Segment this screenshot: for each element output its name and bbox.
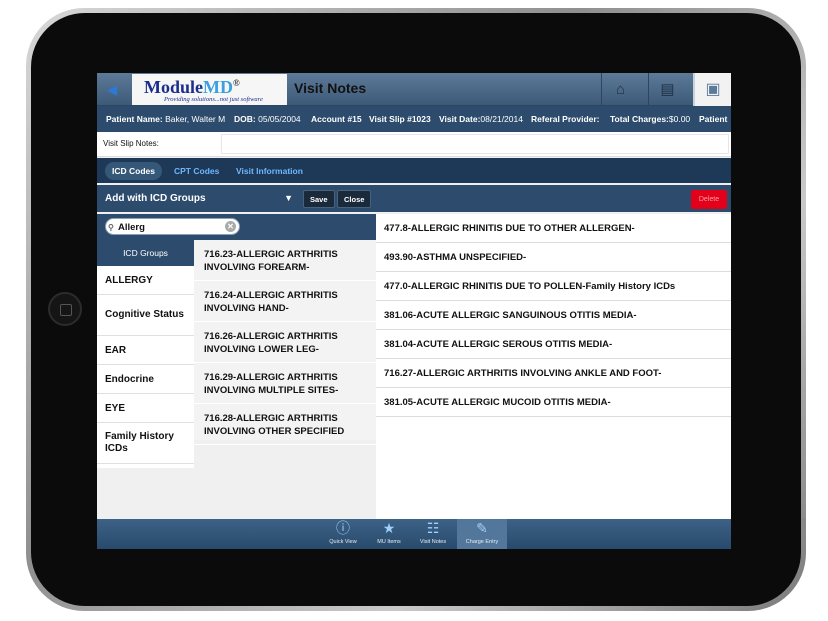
logo-text-main: Module — [144, 77, 204, 97]
icd-groups-list: ICD Groups ALLERGY Cognitive Status EAR … — [97, 240, 194, 468]
total-charges-label: Total Charges: — [610, 114, 669, 124]
back-arrow-icon[interactable]: ◀ — [103, 81, 121, 99]
save-button[interactable]: Save — [303, 190, 335, 208]
group-item-endocrine[interactable]: Endocrine — [97, 365, 194, 394]
icd-group-select[interactable]: Add with ICD Groups ▼ — [101, 189, 297, 208]
selected-code-item[interactable]: 477.8-ALLERGIC RHINITIS DUE TO OTHER ALL… — [376, 214, 731, 243]
close-button[interactable]: Close — [337, 190, 372, 208]
bottom-nav: ⓘ Quick View ★ MU Items ☷ Visit Notes ✎ … — [97, 519, 731, 549]
icd-code-list: 716.23-ALLERGIC ARTHRITIS INVOLVING FORE… — [194, 240, 376, 445]
info-icon: ⓘ — [336, 520, 350, 536]
nav-quick-view-label: Quick View — [329, 539, 357, 545]
code-item[interactable]: 716.24-ALLERGIC ARTHRITIS INVOLVING HAND… — [194, 281, 376, 322]
app-header: ◀ ModuleMD® Providing solutions...not ju… — [97, 73, 731, 106]
patient-name: Baker, Walter M — [165, 114, 226, 124]
group-item-cognitive-status[interactable]: Cognitive Status — [97, 295, 194, 336]
search-input[interactable]: ⚲ Allerg ✕ — [105, 218, 240, 235]
delete-button[interactable]: Delete — [691, 190, 727, 209]
star-icon: ★ — [382, 520, 396, 536]
selected-code-item[interactable]: 381.04-ACUTE ALLERGIC SEROUS OTITIS MEDI… — [376, 330, 731, 359]
visit-slip-notes-input[interactable] — [221, 134, 729, 154]
visit-slip-label: Visit Slip #1023 — [369, 114, 431, 124]
code-item[interactable]: 716.29-ALLERGIC ARTHRITIS INVOLVING MULT… — [194, 363, 376, 404]
nav-charge-entry-label: Charge Entry — [465, 539, 499, 545]
page-title: Visit Notes — [294, 80, 367, 96]
code-item[interactable]: 716.26-ALLERGIC ARTHRITIS INVOLVING LOWE… — [194, 322, 376, 363]
action-bar: Add with ICD Groups ▼ Save Close Delete — [97, 185, 731, 212]
account-label: Account #15 — [311, 114, 362, 124]
clear-icon[interactable]: ✕ — [225, 221, 236, 232]
search-icon: ⚲ — [108, 223, 114, 232]
group-item-eye[interactable]: EYE — [97, 394, 194, 423]
total-charges: $0.00 — [668, 114, 691, 124]
selected-code-item[interactable]: 381.06-ACUTE ALLERGIC SANGUINOUS OTITIS … — [376, 301, 731, 330]
nav-charge-entry[interactable]: ✎ Charge Entry — [457, 519, 507, 549]
visit-date: 08/21/2014 — [480, 114, 523, 124]
code-item[interactable]: 716.28-ALLERGIC ARTHRITIS INVOLVING OTHE… — [194, 404, 376, 445]
nav-visit-notes[interactable]: ☷ Visit Notes — [409, 519, 457, 549]
visit-date-label: Visit Date: — [439, 114, 481, 124]
logo-mark: ® — [233, 78, 240, 88]
icd-group-select-value: Add with ICD Groups — [105, 193, 206, 204]
referal-provider-label: Referal Provider: — [531, 114, 600, 124]
book-icon: ☷ — [426, 520, 440, 536]
tab-bar: ICD Codes CPT Codes Visit Information — [97, 158, 731, 183]
nav-visit-notes-label: Visit Notes — [419, 539, 447, 545]
logo-tagline: Providing solutions...not just software — [164, 96, 263, 103]
edit-icon: ✎ — [476, 520, 488, 536]
doctor-bag-icon[interactable]: ▤ — [648, 73, 686, 106]
selected-code-item[interactable]: 716.27-ALLERGIC ARTHRITIS INVOLVING ANKL… — [376, 359, 731, 388]
chevron-down-icon: ▼ — [284, 193, 293, 203]
home-icon[interactable]: ⌂ — [601, 73, 639, 106]
nav-quick-view[interactable]: ⓘ Quick View — [319, 519, 367, 549]
selected-codes-list: 477.8-ALLERGIC RHINITIS DUE TO OTHER ALL… — [376, 214, 731, 519]
logo-text-accent: MD — [203, 77, 234, 97]
patient-trailing-label: Patient — [699, 114, 728, 124]
ipad-side-button — [802, 518, 806, 540]
tab-cpt-codes[interactable]: CPT Codes — [167, 162, 226, 180]
search-row: ⚲ Allerg ✕ — [97, 214, 376, 240]
code-item[interactable]: 716.23-ALLERGIC ARTHRITIS INVOLVING FORE… — [194, 240, 376, 281]
selected-code-item[interactable]: 381.05-ACUTE ALLERGIC MUCOID OTITIS MEDI… — [376, 388, 731, 417]
visit-slip-notes-label: Visit Slip Notes: — [103, 139, 159, 148]
group-item-allergy[interactable]: ALLERGY — [97, 266, 194, 295]
visit-slip-notes: Visit Slip Notes: — [97, 132, 731, 157]
ipad-home-button[interactable] — [48, 292, 82, 326]
certificate-icon[interactable]: ▣ — [693, 73, 731, 106]
selected-code-item[interactable]: 493.90-ASTHMA UNSPECIFIED- — [376, 243, 731, 272]
dob-value: 05/05/2004 — [258, 114, 301, 124]
app-screen: ◀ ModuleMD® Providing solutions...not ju… — [97, 73, 731, 549]
icd-groups-header: ICD Groups — [97, 240, 194, 266]
logo: ModuleMD® Providing solutions...not just… — [132, 74, 287, 105]
nav-mu-items[interactable]: ★ MU Items — [365, 519, 413, 549]
dob-label: DOB: — [234, 114, 256, 124]
group-item-family-history[interactable]: Family History ICDs — [97, 423, 194, 464]
selected-code-item[interactable]: 477.0-ALLERGIC RHINITIS DUE TO POLLEN-Fa… — [376, 272, 731, 301]
search-value: Allerg — [118, 222, 145, 233]
group-item-ear[interactable]: EAR — [97, 336, 194, 365]
patient-name-label: Patient Name: — [106, 114, 163, 124]
nav-mu-items-label: MU Items — [377, 539, 401, 545]
tab-visit-information[interactable]: Visit Information — [229, 162, 310, 180]
tab-icd-codes[interactable]: ICD Codes — [105, 162, 162, 180]
patient-info-bar: Patient Name: Baker, Walter M DOB: 05/05… — [97, 106, 731, 132]
